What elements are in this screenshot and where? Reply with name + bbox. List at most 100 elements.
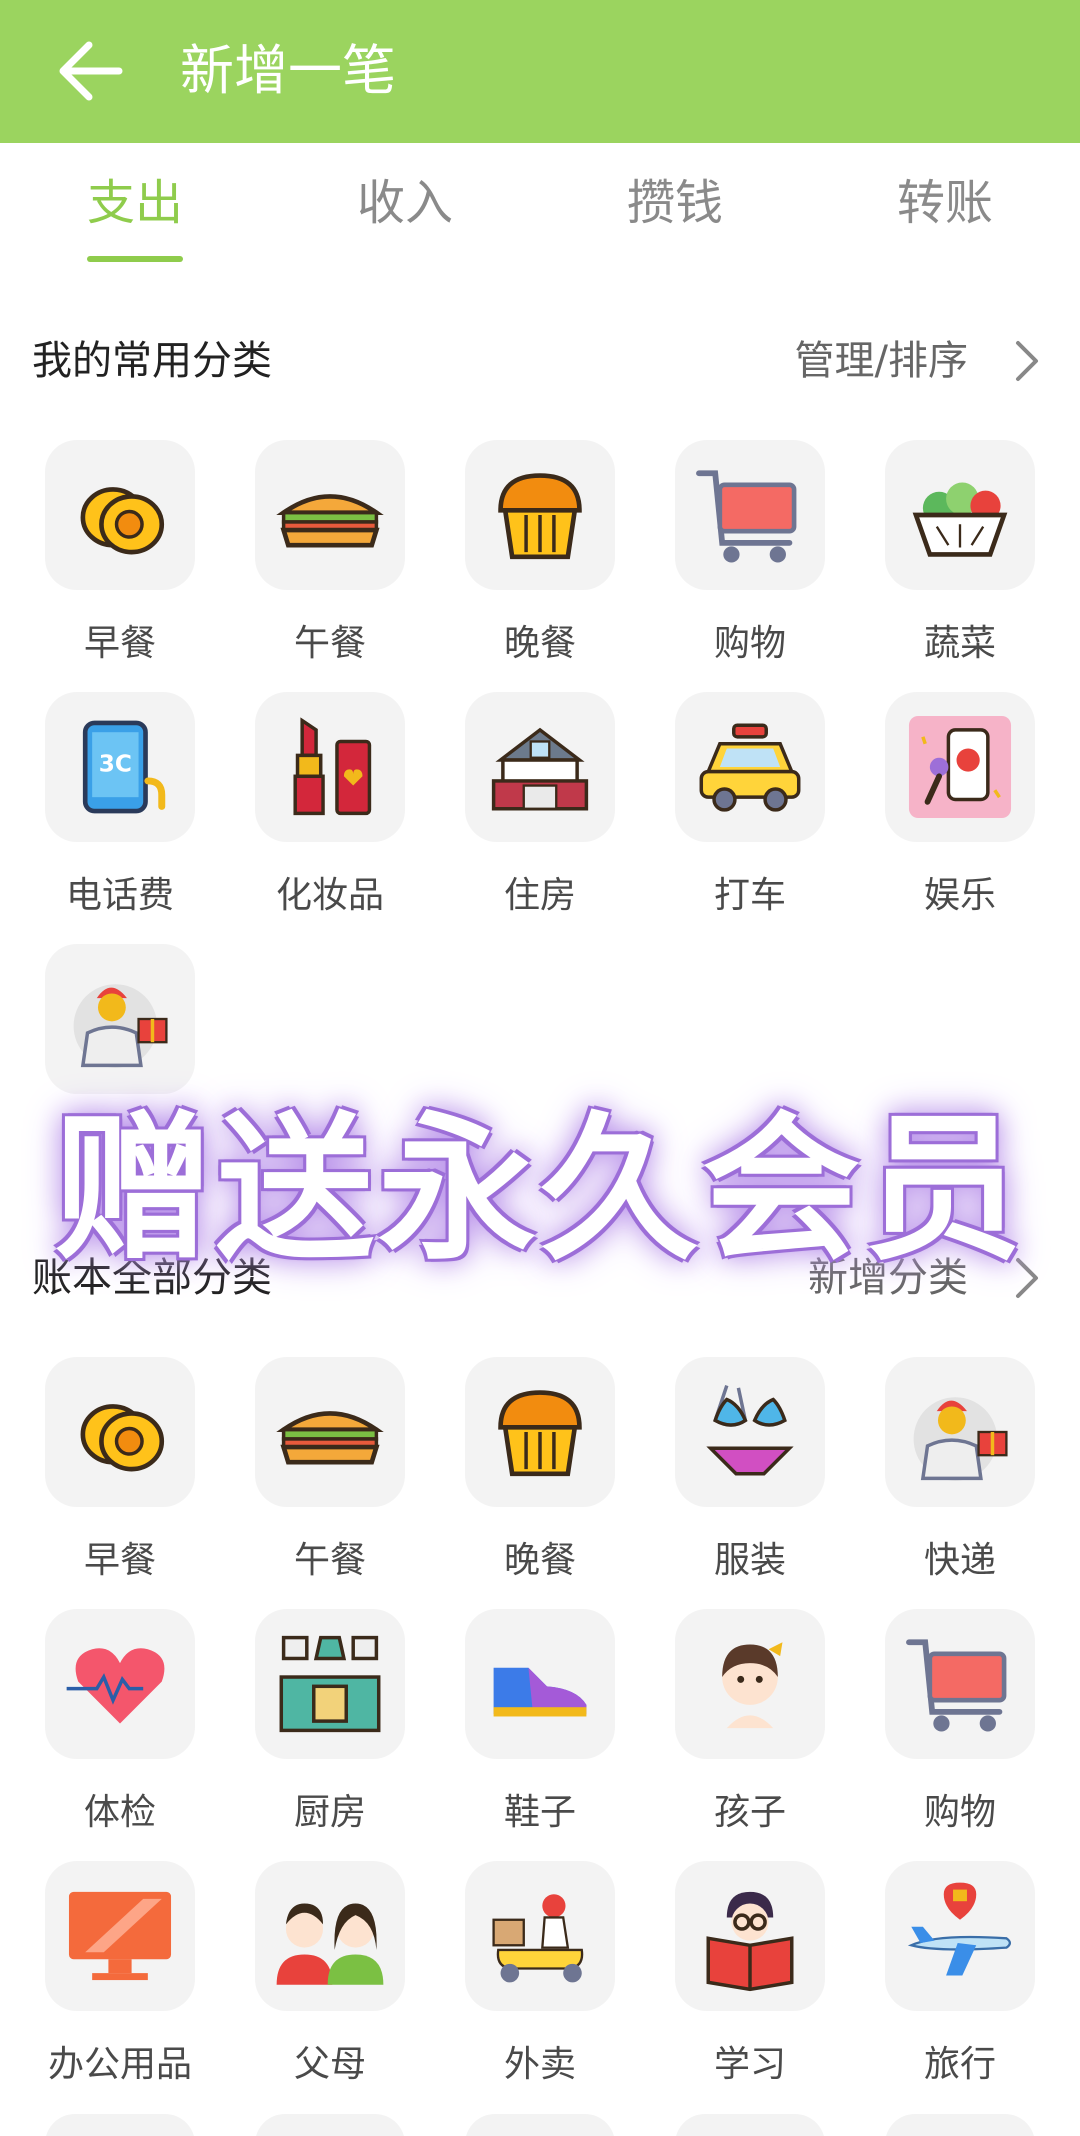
tile (45, 944, 195, 1094)
manage-sort-link[interactable]: 管理/排序 (795, 331, 968, 391)
sandwich-icon (276, 1411, 384, 1465)
tile (675, 692, 825, 842)
tile (255, 1609, 405, 1759)
category-breakfast[interactable]: 早餐 (15, 1357, 225, 1607)
category-tile-partial[interactable] (885, 2114, 1035, 2136)
category-label: 快递 (923, 1540, 996, 1581)
category-label: 化妆品 (275, 875, 384, 916)
category-cosmetics[interactable]: 化妆品 (225, 692, 435, 942)
tile (885, 692, 1035, 842)
parents-icon (276, 1903, 384, 1985)
kitchen-icon (279, 1635, 381, 1733)
arrow-left-icon (59, 41, 123, 101)
muffin-icon (498, 473, 582, 560)
type-tabs: 支出 收入 攒钱 转账 (0, 143, 1080, 273)
category-label: 早餐 (83, 1540, 156, 1581)
category-takeout[interactable]: 外卖 (435, 1861, 645, 2111)
muffin-icon (498, 1390, 582, 1477)
svg-text:3C: 3C (99, 751, 132, 778)
category-kitchen[interactable]: 厨房 (225, 1609, 435, 1859)
category-tile-partial[interactable] (45, 2114, 195, 2136)
category-label: 午餐 (293, 623, 366, 664)
category-dinner[interactable]: 晚餐 (435, 1357, 645, 1607)
bikini-icon (706, 1385, 794, 1476)
category-checkup[interactable]: 体检 (15, 1609, 225, 1859)
tab-expense[interactable]: 支出 (0, 173, 270, 233)
fried-egg-icon (80, 1404, 165, 1472)
favorites-header: 我的常用分类 管理/排序 (0, 331, 1080, 391)
category-label: 晚餐 (503, 623, 576, 664)
shopping-cart-icon (906, 1639, 1007, 1732)
category-label: 娱乐 (923, 875, 996, 916)
category-taxi[interactable]: 打车 (645, 692, 855, 942)
promo-overlay-text: 赠送永久会员 (54, 1098, 1026, 1282)
category-housing[interactable]: 住房 (435, 692, 645, 942)
category-tile-partial[interactable] (255, 2114, 405, 2136)
favorites-title: 我的常用分类 (32, 338, 272, 384)
category-label: 厨房 (293, 1792, 366, 1833)
category-label: 服装 (713, 1540, 786, 1581)
tile (45, 1357, 195, 1507)
tile (885, 1861, 1035, 2011)
category-label: 购物 (923, 1792, 996, 1833)
category-entertainment[interactable]: 娱乐 (855, 692, 1065, 942)
tile (465, 1861, 615, 2011)
category-children[interactable]: 孩子 (645, 1609, 855, 1859)
category-lunch[interactable]: 午餐 (225, 1357, 435, 1607)
category-label: 旅行 (923, 2044, 996, 2085)
airplane-icon (907, 1882, 1012, 1976)
category-vegetables[interactable]: 蔬菜 (855, 440, 1065, 690)
child-icon (722, 1642, 783, 1729)
category-label: 外卖 (503, 2044, 576, 2085)
category-travel[interactable]: 旅行 (855, 1861, 1065, 2111)
tile (885, 440, 1035, 590)
house-icon (491, 727, 589, 811)
lipstick-icon (293, 717, 372, 816)
tile (675, 1861, 825, 2011)
category-shopping[interactable]: 购物 (645, 440, 855, 690)
heartbeat-icon (66, 1648, 165, 1724)
sandwich-icon (276, 494, 384, 548)
tab-transfer[interactable]: 转账 (810, 173, 1080, 233)
category-lunch[interactable]: 午餐 (225, 440, 435, 690)
tile: 3C (45, 692, 195, 842)
category-shoes[interactable]: 鞋子 (435, 1609, 645, 1859)
category-office-supplies[interactable]: 办公用品 (15, 1861, 225, 2111)
category-label: 孩子 (713, 1792, 786, 1833)
tile (45, 1861, 195, 2011)
category-courier[interactable]: 快递 (855, 1357, 1065, 1607)
category-label: 鞋子 (503, 1792, 576, 1833)
category-label: 晚餐 (503, 1540, 576, 1581)
category-breakfast[interactable]: 早餐 (15, 440, 225, 690)
category-clothing[interactable]: 服装 (645, 1357, 855, 1607)
category-study[interactable]: 学习 (645, 1861, 855, 2111)
category-phone-bill[interactable]: 3C 电话费 (15, 692, 225, 942)
category-shopping[interactable]: 购物 (855, 1609, 1065, 1859)
tile (675, 440, 825, 590)
category-label: 父母 (293, 2044, 366, 2085)
tab-saving[interactable]: 攒钱 (540, 173, 810, 233)
category-label: 打车 (713, 875, 786, 916)
page-title: 新增一笔 (180, 39, 396, 102)
category-label: 学习 (713, 2044, 786, 2085)
courier-icon (73, 984, 168, 1068)
category-label: 办公用品 (47, 2044, 192, 2085)
category-label: 午餐 (293, 1540, 366, 1581)
tile (465, 692, 615, 842)
category-parents[interactable]: 父母 (225, 1861, 435, 2111)
tile (45, 440, 195, 590)
category-label: 体检 (83, 1792, 156, 1833)
chevron-right-icon[interactable] (1002, 337, 1050, 385)
tile (675, 1609, 825, 1759)
app-bar: 新增一笔 (0, 0, 1080, 143)
category-dinner[interactable]: 晚餐 (435, 440, 645, 690)
category-label: 购物 (713, 623, 786, 664)
tile (675, 1357, 825, 1507)
category-tile-partial[interactable] (465, 2114, 615, 2136)
category-label: 蔬菜 (923, 623, 996, 664)
reading-icon (706, 1891, 794, 1992)
category-tile-partial[interactable] (675, 2114, 825, 2136)
back-button[interactable] (50, 34, 130, 108)
active-tab-indicator (87, 256, 183, 262)
tab-income[interactable]: 收入 (270, 173, 540, 233)
